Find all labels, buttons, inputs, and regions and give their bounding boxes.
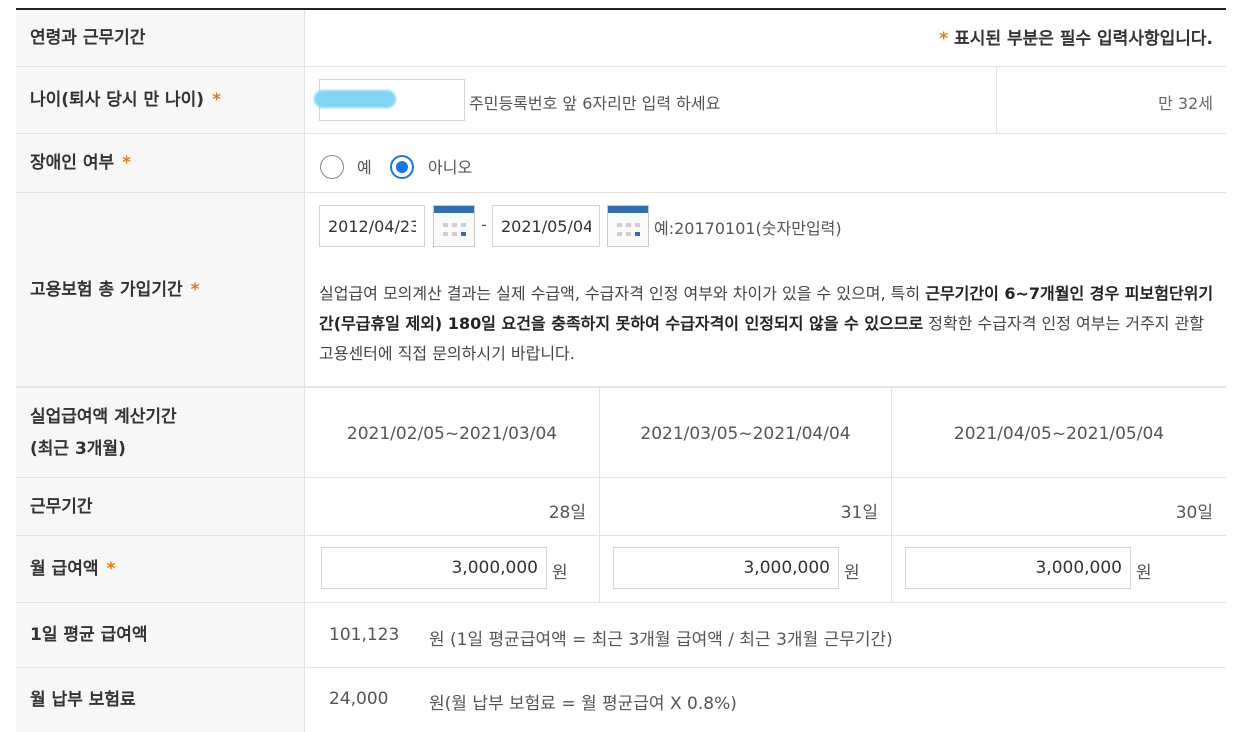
daily-average-label: 1일 평균 급여액 — [16, 603, 305, 667]
age-label: 나이(퇴사 당시 만 나이) * — [16, 67, 305, 133]
resident-number-hint: 주민등록번호 앞 6자리만 입력 하세요 — [469, 94, 721, 113]
premium-value: 24,000 — [329, 689, 389, 709]
monthly-pay-row: 월 급여액* 원 원 원 — [16, 536, 1226, 603]
daily-average-value: 101,123 — [329, 625, 400, 645]
end-calendar-icon[interactable] — [607, 205, 649, 247]
insurance-period-label: 고용보험 총 가입기간 * — [16, 193, 305, 386]
start-date-input[interactable] — [319, 205, 425, 247]
premium-desc: 원(월 납부 보험료 = 월 평균급여 X 0.8%) — [429, 694, 737, 714]
daily-average-desc: 원 (1일 평균급여액 = 최근 3개월 급여액 / 최근 3개월 근무기간) — [429, 630, 893, 650]
redaction-mark — [314, 90, 396, 108]
monthly-pay-unit-2: 원 — [844, 563, 860, 583]
daily-average-row: 1일 평균 급여액 101,123 원 (1일 평균급여액 = 최근 3개월 급… — [16, 603, 1226, 668]
age-row: 나이(퇴사 당시 만 나이)* 주민등록번호 앞 6자리만 입력 하세요 만 3… — [16, 67, 1226, 134]
header-row: 연령과 근무기간 * 표시된 부분은 필수 입력사항입니다. — [16, 10, 1226, 67]
calc-period-label: 실업급여액 계산기간 (최근 3개월) — [16, 388, 305, 477]
date-format-example: 예:20170101(숫자만입력) — [654, 219, 842, 238]
calc-period-3: 2021/04/05~2021/05/04 — [953, 424, 1165, 444]
disability-label: 장애인 여부 * — [16, 134, 305, 192]
required-star-icon: * — [190, 279, 200, 300]
calc-period-1: 2021/02/05~2021/03/04 — [346, 424, 558, 444]
disability-row: 장애인 여부 * 예 아니오 — [16, 134, 1226, 193]
disability-no-radio[interactable] — [390, 155, 414, 179]
calc-period-row: 실업급여액 계산기간 (최근 3개월) 2021/02/05~2021/03/0… — [16, 388, 1226, 478]
start-calendar-icon[interactable] — [433, 205, 475, 247]
section-title: 연령과 근무기간 — [16, 10, 305, 66]
work-days-3: 30일 — [1175, 503, 1213, 523]
work-days-1: 28일 — [548, 503, 586, 523]
premium-row: 월 납부 보험료 24,000 원(월 납부 보험료 = 월 평균급여 X 0.… — [16, 668, 1226, 732]
work-days-label: 근무기간 — [16, 478, 305, 535]
calc-period-2: 2021/03/05~2021/04/04 — [640, 424, 851, 444]
monthly-pay-label: 월 급여액 * — [16, 536, 305, 602]
premium-label: 월 납부 보험료 — [16, 668, 305, 732]
monthly-pay-unit-1: 원 — [552, 563, 568, 583]
monthly-pay-input-3[interactable] — [905, 547, 1131, 589]
monthly-pay-input-2[interactable] — [613, 547, 839, 589]
end-date-input[interactable] — [492, 205, 600, 247]
required-note: * 표시된 부분은 필수 입력사항입니다. — [939, 29, 1213, 49]
required-star-icon: * — [939, 29, 949, 49]
required-star-icon: * — [106, 559, 116, 579]
disability-no-label[interactable]: 아니오 — [428, 154, 472, 178]
required-star-icon: * — [212, 90, 221, 110]
required-star-icon: * — [122, 153, 132, 173]
insurance-notice: 실업급여 모의계산 결과는 실제 수급액, 수급자격 인정 여부와 차이가 있을… — [319, 284, 1214, 363]
monthly-pay-input-1[interactable] — [321, 547, 547, 589]
age-result: 만 32세 — [1158, 94, 1213, 113]
disability-yes-label[interactable]: 예 — [357, 154, 372, 178]
work-days-2: 31일 — [840, 503, 878, 523]
unemployment-benefit-form: 연령과 근무기간 * 표시된 부분은 필수 입력사항입니다. 나이(퇴사 당시 만… — [16, 8, 1226, 732]
monthly-pay-unit-3: 원 — [1136, 563, 1152, 583]
work-days-row: 근무기간 28일 31일 30일 — [16, 478, 1226, 536]
date-separator: - — [481, 215, 487, 234]
insurance-period-row: 고용보험 총 가입기간* - — [16, 193, 1226, 388]
disability-yes-radio[interactable] — [320, 155, 344, 179]
